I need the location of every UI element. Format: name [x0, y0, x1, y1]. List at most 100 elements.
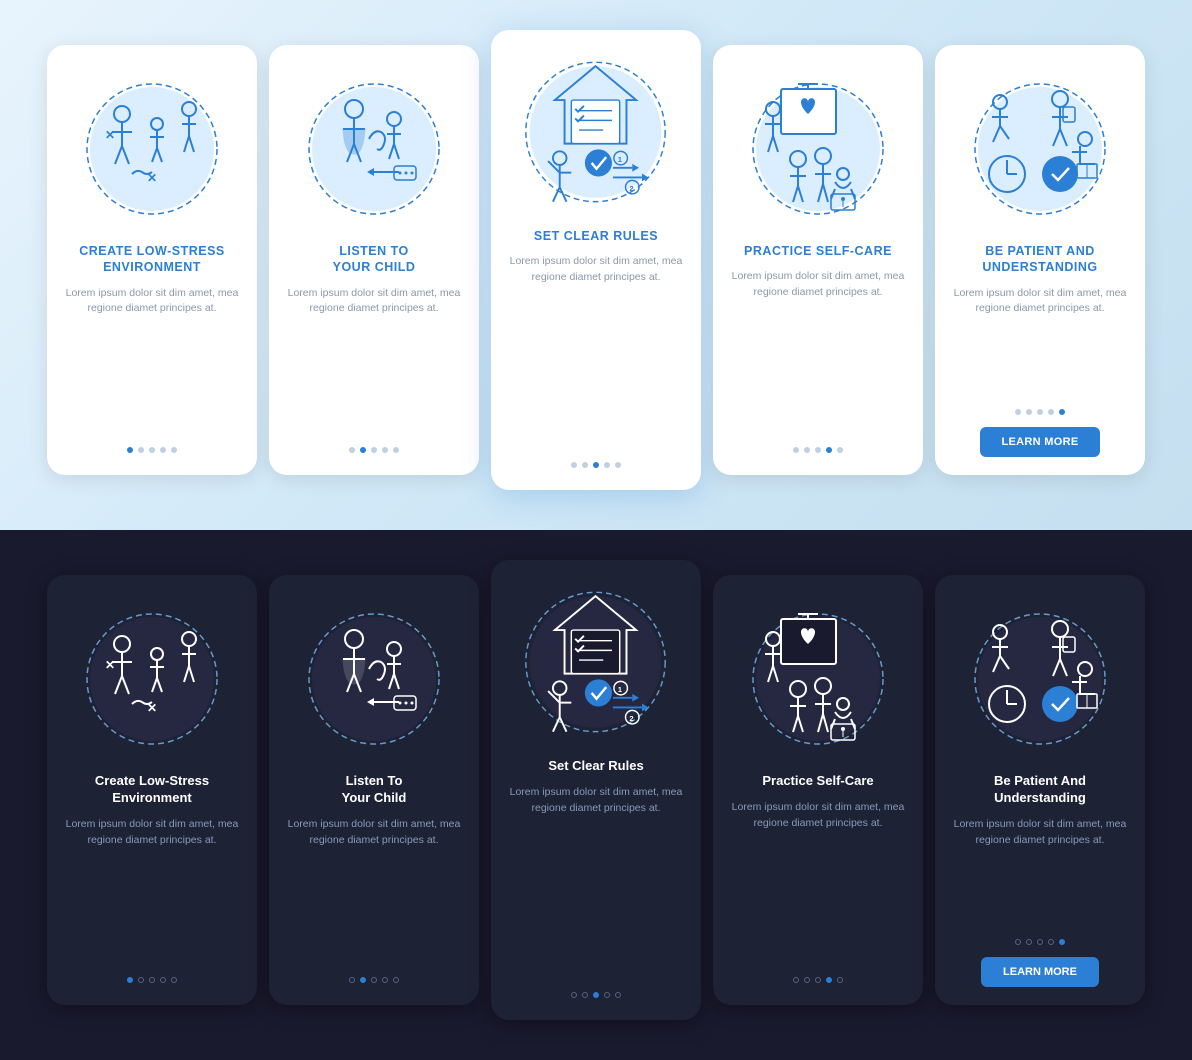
card-desc-self-care-dark: Lorem ipsum dolor sit dim amet, mea regi…: [727, 800, 909, 832]
illustration-set-rules-light: 1 2: [521, 46, 671, 216]
dot-5: [837, 977, 843, 983]
svg-text:1: 1: [618, 684, 623, 693]
dot-1: [127, 447, 133, 453]
card-title-listen-light: LISTEN TOYOUR CHILD: [333, 243, 416, 276]
dot-5: [615, 992, 621, 998]
dots-self-care-dark: [793, 977, 843, 983]
dot-5: [1059, 939, 1065, 945]
light-section: ✕ ✕ CREATE LOW-STRESSENVIRONMENT Lore: [0, 0, 1192, 530]
dot-3: [815, 447, 821, 453]
dots-low-stress-dark: [127, 977, 177, 983]
dot-2: [804, 977, 810, 983]
dot-4: [1048, 409, 1054, 415]
dot-1: [349, 447, 355, 453]
card-create-low-stress-dark: ✕ ✕ Create Low-StressEnvironment Lorem i…: [47, 575, 257, 1005]
card-listen-light: LISTEN TOYOUR CHILD Lorem ipsum dolor si…: [269, 45, 479, 475]
dot-5: [393, 447, 399, 453]
card-title-listen-dark: Listen ToYour Child: [342, 773, 407, 807]
card-create-low-stress-light: ✕ ✕ CREATE LOW-STRESSENVIRONMENT Lore: [47, 45, 257, 475]
card-patient-dark: Be Patient AndUnderstanding Lorem ipsum …: [935, 575, 1145, 1005]
learn-more-button-dark[interactable]: LEARN MORE: [981, 957, 1099, 987]
illustration-listen-light: [299, 61, 449, 231]
card-desc-listen-light: Lorem ipsum dolor sit dim amet, mea regi…: [283, 286, 465, 318]
dot-2: [138, 447, 144, 453]
illustration-set-rules-dark: 1 2: [521, 576, 671, 746]
dot-3: [371, 447, 377, 453]
dot-2: [138, 977, 144, 983]
svg-text:1: 1: [618, 154, 623, 163]
dot-3: [593, 992, 599, 998]
dot-2: [360, 977, 366, 983]
dot-5: [171, 977, 177, 983]
dot-2: [1026, 939, 1032, 945]
dot-3: [149, 447, 155, 453]
illustration-listen-dark: [299, 591, 449, 761]
dot-2: [360, 447, 366, 453]
dot-1: [349, 977, 355, 983]
card-title-self-care-dark: Practice Self-Care: [762, 773, 873, 790]
card-desc-set-rules-dark: Lorem ipsum dolor sit dim amet, mea regi…: [505, 785, 687, 817]
card-title-patient-dark: Be Patient AndUnderstanding: [994, 773, 1086, 807]
dot-3: [1037, 409, 1043, 415]
svg-text:2: 2: [629, 184, 633, 193]
dot-1: [571, 992, 577, 998]
dot-5: [393, 977, 399, 983]
dot-4: [604, 462, 610, 468]
dot-3: [815, 977, 821, 983]
dots-patient-dark: [1015, 939, 1065, 945]
dots-patient-light: [1015, 409, 1065, 415]
card-title-low-stress-dark: Create Low-StressEnvironment: [95, 773, 209, 807]
card-title-set-rules-light: SET CLEAR RULES: [534, 228, 658, 244]
svg-text:2: 2: [629, 714, 633, 723]
card-title-set-rules-dark: Set Clear Rules: [548, 758, 643, 775]
dots-set-rules-light: [571, 462, 621, 468]
card-desc-set-rules-light: Lorem ipsum dolor sit dim amet, mea regi…: [505, 254, 687, 286]
dot-3: [149, 977, 155, 983]
dark-section: ✕ ✕ Create Low-StressEnvironment Lorem i…: [0, 530, 1192, 1060]
dot-1: [127, 977, 133, 983]
illustration-low-stress-light: ✕ ✕: [77, 61, 227, 231]
dot-4: [826, 977, 832, 983]
dot-4: [160, 447, 166, 453]
dot-1: [793, 447, 799, 453]
card-desc-listen-dark: Lorem ipsum dolor sit dim amet, mea regi…: [283, 817, 465, 849]
learn-more-button-light[interactable]: LEARN MORE: [980, 427, 1101, 457]
svg-text:✕: ✕: [105, 658, 115, 672]
dot-2: [582, 462, 588, 468]
illustration-low-stress-dark: ✕ ✕: [77, 591, 227, 761]
dots-listen-light: [349, 447, 399, 453]
dot-4: [604, 992, 610, 998]
card-title-patient-light: BE PATIENT ANDUNDERSTANDING: [982, 243, 1097, 276]
svg-text:✕: ✕: [105, 128, 115, 142]
card-desc-self-care-light: Lorem ipsum dolor sit dim amet, mea regi…: [727, 269, 909, 301]
dot-3: [1037, 939, 1043, 945]
illustration-self-care-light: [743, 61, 893, 231]
card-title-low-stress-light: CREATE LOW-STRESSENVIRONMENT: [79, 243, 225, 276]
illustration-self-care-dark: [743, 591, 893, 761]
dot-5: [615, 462, 621, 468]
card-listen-dark: Listen ToYour Child Lorem ipsum dolor si…: [269, 575, 479, 1005]
card-desc-patient-dark: Lorem ipsum dolor sit dim amet, mea regi…: [949, 817, 1131, 849]
dot-1: [1015, 409, 1021, 415]
card-set-rules-dark: 1 2 Set Clear Rules Lorem ipsum dolor si…: [491, 560, 701, 1020]
dot-4: [382, 447, 388, 453]
dot-4: [1048, 939, 1054, 945]
dot-4: [382, 977, 388, 983]
card-desc-low-stress-light: Lorem ipsum dolor sit dim amet, mea regi…: [61, 286, 243, 318]
dots-listen-dark: [349, 977, 399, 983]
card-desc-low-stress-dark: Lorem ipsum dolor sit dim amet, mea regi…: [61, 817, 243, 849]
card-desc-patient-light: Lorem ipsum dolor sit dim amet, mea regi…: [949, 286, 1131, 318]
dot-4: [826, 447, 832, 453]
dot-1: [1015, 939, 1021, 945]
card-set-rules-light: 1 2 SET CLEAR RULES Lorem ipsum dolor si…: [491, 30, 701, 490]
dot-5: [171, 447, 177, 453]
dot-2: [582, 992, 588, 998]
card-patient-light: BE PATIENT ANDUNDERSTANDING Lorem ipsum …: [935, 45, 1145, 475]
dot-3: [371, 977, 377, 983]
dots-low-stress-light: [127, 447, 177, 453]
card-self-care-dark: Practice Self-Care Lorem ipsum dolor sit…: [713, 575, 923, 1005]
dots-self-care-light: [793, 447, 843, 453]
illustration-patient-dark: [965, 591, 1115, 761]
dot-2: [1026, 409, 1032, 415]
card-title-self-care-light: PRACTICE SELF-CARE: [744, 243, 892, 259]
